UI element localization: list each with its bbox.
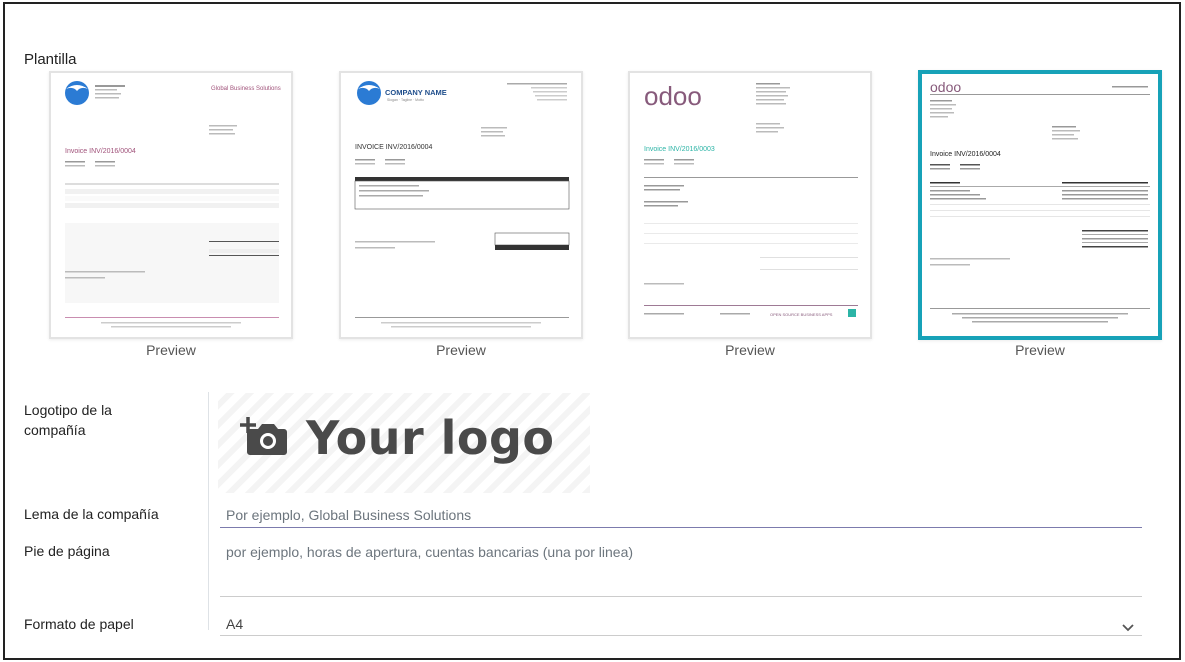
template-brand-sub-text: Slogan · Tagline · Motto <box>387 98 424 102</box>
template-thumbnail-light[interactable]: Global Business Solutions Invoice INV/20… <box>49 71 293 339</box>
tagline-input[interactable]: Por ejemplo, Global Business Solutions <box>220 504 1142 528</box>
logo-upload-area[interactable]: Your logo <box>218 393 590 493</box>
template-title-text: Invoice INV/2016/0003 <box>644 146 715 153</box>
template-preview-link-striped[interactable]: Preview <box>918 342 1162 358</box>
template-thumbnail-boxed[interactable]: COMPANY NAME Slogan · Tagline · Motto IN… <box>339 71 583 339</box>
logo-label: Logotipo de la compañía <box>24 402 112 438</box>
template-brand-text: COMPANY NAME <box>385 88 447 97</box>
logo-placeholder-text: Your logo <box>306 411 555 465</box>
template-preview-link-bold[interactable]: Preview <box>628 342 872 358</box>
footer-textarea[interactable]: por ejemplo, horas de apertura, cuentas … <box>220 541 1142 597</box>
footer-label: Pie de página <box>24 543 110 559</box>
chevron-down-icon <box>1122 618 1134 636</box>
camera-plus-icon <box>240 415 288 462</box>
template-brand-logo: odoo <box>644 81 702 111</box>
paper-format-label: Formato de papel <box>24 616 134 632</box>
tagline-label: Lema de la compañía <box>24 506 159 522</box>
template-preview-link-boxed[interactable]: Preview <box>339 342 583 358</box>
template-title-text: Invoice INV/2016/0004 <box>65 148 136 155</box>
form-divider <box>208 392 209 630</box>
template-brand-logo: odoo <box>930 79 961 95</box>
template-title-text: Invoice INV/2016/0004 <box>930 151 1001 158</box>
template-brand-text: Global Business Solutions <box>211 86 281 92</box>
template-thumbnail-bold[interactable]: odoo Invoice INV/2016/0003 OPEN SOURCE B… <box>628 71 872 339</box>
template-title-text: INVOICE INV/2016/0004 <box>355 144 433 151</box>
template-footer-note: OPEN SOURCE BUSINESS APPS <box>770 312 833 317</box>
paper-format-value: A4 <box>226 616 244 632</box>
template-thumbnail-striped[interactable]: odoo Invoice INV/2016/0004 <box>918 70 1162 340</box>
template-section-title: Plantilla <box>24 51 77 68</box>
template-preview-link-light[interactable]: Preview <box>49 342 293 358</box>
paper-format-select[interactable]: A4 <box>220 615 1142 636</box>
